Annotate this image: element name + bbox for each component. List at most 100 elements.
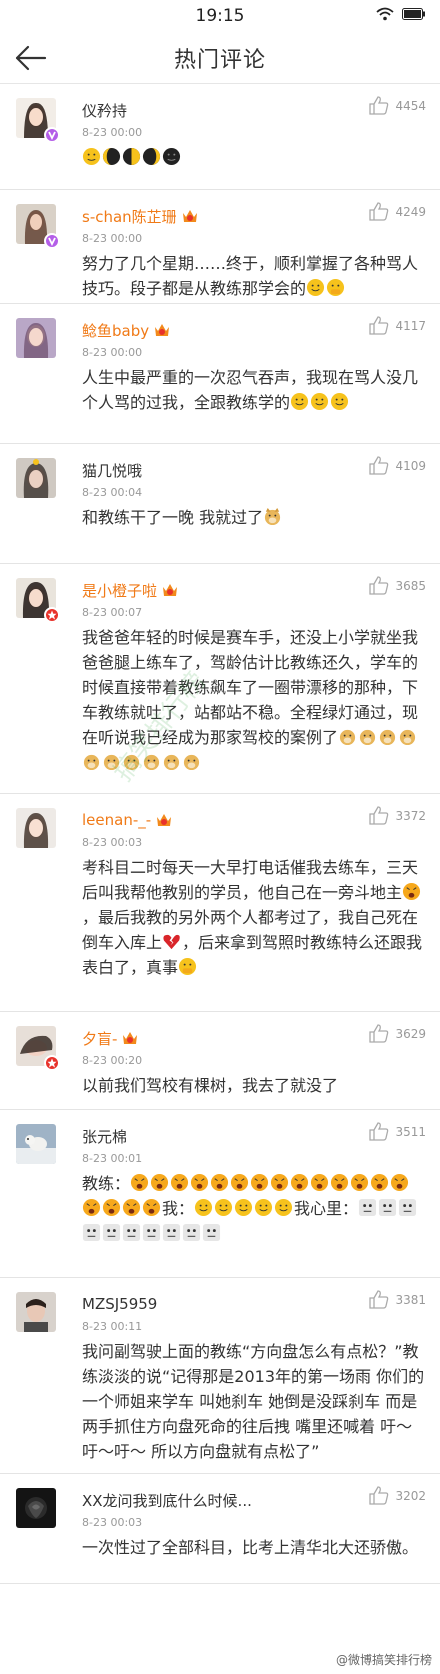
like-button[interactable]: 4249 xyxy=(369,202,426,221)
like-button[interactable]: 3685 xyxy=(369,576,426,595)
vip-crown-icon xyxy=(163,584,178,596)
moon-emoji-icon xyxy=(162,147,181,166)
like-count: 4249 xyxy=(395,204,426,219)
thumbs-up-icon xyxy=(369,316,389,335)
comment-item: 鲶鱼baby 8-23 00:00 人生中最严重的一次忍气吞声，我现在骂人没几个… xyxy=(0,304,440,444)
moon-emoji-icon xyxy=(102,147,121,166)
comment-author[interactable]: MZSJ5959 xyxy=(82,1295,157,1313)
broken-heart-icon xyxy=(163,934,180,950)
hand-over-mouth-emoji-icon xyxy=(178,957,197,976)
angry-emoji-icon xyxy=(190,1173,209,1192)
avatar[interactable] xyxy=(16,318,56,358)
avatar[interactable] xyxy=(16,1124,56,1164)
doge-emoji-icon xyxy=(123,754,140,771)
comment-time: 8-23 00:00 xyxy=(82,232,143,245)
comment-item: 是小橙子啦 8-23 00:07 我爸爸年轻的时候是赛车手，还没上小学就坐我爸爸… xyxy=(0,564,440,794)
like-count: 4454 xyxy=(395,98,426,113)
comment-text: 努力了几个星期……终于，顺利掌握了各种骂人技巧。段子都是从教练那学会的 xyxy=(82,254,419,298)
rage-face-icon xyxy=(398,1198,417,1217)
doge-emoji-icon xyxy=(399,729,416,746)
rage-face-icon xyxy=(142,1223,161,1242)
back-button[interactable] xyxy=(14,44,48,72)
comment-text: 一次性过了全部科目，比考上清华北大还骄傲。 xyxy=(82,1538,419,1557)
like-button[interactable]: 3372 xyxy=(369,806,426,825)
rage-face-icon xyxy=(102,1223,121,1242)
like-button[interactable]: 3381 xyxy=(369,1290,426,1309)
sweat-smile-emoji-icon xyxy=(306,278,325,297)
rage-face-icon xyxy=(182,1223,201,1242)
angry-emoji-icon xyxy=(170,1173,189,1192)
angry-emoji-icon xyxy=(330,1173,349,1192)
doge-emoji-icon xyxy=(183,754,200,771)
angry-emoji-icon xyxy=(210,1173,229,1192)
moon-emoji-icon xyxy=(122,147,141,166)
avatar[interactable] xyxy=(16,458,56,498)
doge-emoji-icon xyxy=(359,729,376,746)
comment-text: 和教练干了一晚 我就过了 xyxy=(82,505,428,530)
hand-over-mouth-emoji-icon xyxy=(326,278,345,297)
doge-emoji-icon xyxy=(339,729,356,746)
like-button[interactable]: 4109 xyxy=(369,456,426,475)
comment-author[interactable]: s-chan陈芷珊 xyxy=(82,206,177,227)
doge-emoji-icon xyxy=(83,754,100,771)
comment-time: 8-23 00:20 xyxy=(82,1054,143,1067)
smile-emoji-icon xyxy=(274,1198,293,1217)
comment-list: 仪矜持 8-23 00:00 4454 s-chan陈芷珊 8-23 00:00… xyxy=(0,84,440,1584)
angry-emoji-icon xyxy=(82,1198,101,1217)
verified-badge-icon xyxy=(44,1055,60,1071)
comment-text: 考科目二时每天一大早打电话催我去练车，三天后叫我帮他教别的学员，他自己在一旁斗地… xyxy=(82,858,423,977)
avatar[interactable] xyxy=(16,1292,56,1332)
smile-emoji-icon xyxy=(290,392,309,411)
comment-author[interactable]: 张元棉 xyxy=(82,1126,127,1147)
thumbs-up-icon xyxy=(369,1486,389,1505)
comment-item: 夕盲- 8-23 00:20 以前我们驾校有棵树，我去了就没了 3629 xyxy=(0,1012,440,1110)
thumbs-up-icon xyxy=(369,576,389,595)
comment-time: 8-23 00:03 xyxy=(82,836,143,849)
moon-emoji-icon xyxy=(82,147,101,166)
thumbs-up-icon xyxy=(369,1122,389,1141)
like-button[interactable]: 4117 xyxy=(369,316,426,335)
like-button[interactable]: 3511 xyxy=(369,1122,426,1141)
like-count: 3202 xyxy=(395,1488,426,1503)
comment-item: s-chan陈芷珊 8-23 00:00 努力了几个星期……终于，顺利掌握了各种… xyxy=(0,190,440,304)
like-button[interactable]: 3629 xyxy=(369,1024,426,1043)
doge-emoji-icon xyxy=(379,729,396,746)
moon-emoji-icon xyxy=(142,147,161,166)
comment-author[interactable]: 是小橙子啦 xyxy=(82,580,157,601)
rage-face-icon xyxy=(82,1223,101,1242)
comment-time: 8-23 00:07 xyxy=(82,606,143,619)
avatar[interactable] xyxy=(16,1488,56,1528)
comment-text: 我爸爸年轻的时候是赛车手，还没上小学就坐我爸爸腿上练车了，驾龄估计比教练还久，学… xyxy=(82,625,428,775)
comment-item: 仪矜持 8-23 00:00 4454 xyxy=(0,84,440,190)
thumbs-up-icon xyxy=(369,96,389,115)
angry-emoji-icon xyxy=(142,1198,161,1217)
back-arrow-icon xyxy=(15,45,47,71)
smile-emoji-icon xyxy=(310,392,329,411)
comment-author[interactable]: 鲶鱼baby xyxy=(82,320,149,341)
comment-item: 猫几悦哦 8-23 00:04 和教练干了一晚 我就过了 4109 xyxy=(0,444,440,564)
like-count: 3629 xyxy=(395,1026,426,1041)
comment-author[interactable]: leenan-_- xyxy=(82,811,151,829)
comment-time: 8-23 00:01 xyxy=(82,1152,143,1165)
comment-author[interactable]: 夕盲- xyxy=(82,1028,117,1049)
battery-icon xyxy=(402,8,425,20)
nav-bar: 热门评论 xyxy=(0,32,440,84)
like-count: 3511 xyxy=(395,1124,426,1139)
comment-time: 8-23 00:03 xyxy=(82,1516,143,1529)
smile-emoji-icon xyxy=(234,1198,253,1217)
comment-author[interactable]: 猫几悦哦 xyxy=(82,460,142,481)
like-button[interactable]: 4454 xyxy=(369,96,426,115)
comment-author[interactable]: XX龙问我到底什么时候... xyxy=(82,1490,252,1511)
comment-author[interactable]: 仪矜持 xyxy=(82,100,127,121)
page-title: 热门评论 xyxy=(173,47,266,73)
angry-emoji-icon xyxy=(390,1173,409,1192)
avatar[interactable] xyxy=(16,808,56,848)
like-button[interactable]: 3202 xyxy=(369,1486,426,1505)
doge-emoji-icon xyxy=(163,754,180,771)
status-bar: 19:15 xyxy=(0,0,440,32)
angry-emoji-icon xyxy=(122,1198,141,1217)
angry-emoji-icon xyxy=(270,1173,289,1192)
rage-face-icon xyxy=(122,1223,141,1242)
rage-face-icon xyxy=(378,1198,397,1217)
smile-emoji-icon xyxy=(330,392,349,411)
